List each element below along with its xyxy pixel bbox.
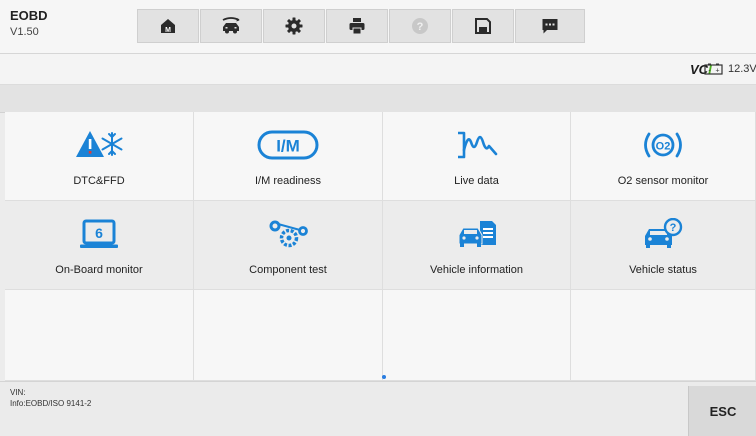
print-button[interactable] — [326, 9, 388, 43]
tile-label: On-Board monitor — [55, 264, 143, 276]
vin-label: VIN: — [10, 388, 26, 397]
footer-bar: VIN: Info:EOBD/ISO 9141-2 ESC — [0, 381, 756, 436]
empty-cell — [383, 290, 571, 381]
tile-o2-sensor-monitor[interactable]: O2 O2 sensor monitor — [571, 112, 756, 201]
svg-text:?: ? — [417, 21, 424, 33]
app-version: V1.50 — [10, 26, 39, 38]
tile-label: O2 sensor monitor — [617, 175, 709, 187]
save-button[interactable] — [452, 9, 514, 43]
top-bar: EOBD V1.50 M ? — [0, 0, 756, 54]
tile-label: DTC&FFD — [73, 175, 125, 187]
svg-text:+: + — [715, 68, 719, 75]
tile-label: I/M readiness — [254, 175, 322, 187]
empty-cell — [5, 290, 194, 381]
svg-text:M: M — [165, 27, 171, 34]
vehicle-document-icon — [458, 221, 496, 247]
waveform-icon — [457, 131, 497, 159]
help-icon: ? — [412, 18, 428, 34]
empty-cell — [194, 290, 383, 381]
tile-label: Component test — [249, 264, 327, 276]
battery-icon: - + — [704, 63, 723, 75]
tile-im-readiness[interactable]: I/M I/M readiness — [194, 112, 383, 201]
monitor-6-icon: 6 — [80, 219, 118, 248]
toolbar: M ? — [137, 9, 715, 43]
chat-icon — [542, 19, 558, 34]
svg-text:O2: O2 — [656, 141, 671, 153]
vehicle-question-icon: ? — [645, 218, 683, 248]
tile-on-board-monitor[interactable]: 6 On-Board monitor — [5, 201, 194, 290]
app-title: EOBD — [10, 8, 48, 23]
empty-cell — [571, 290, 756, 381]
svg-text:?: ? — [670, 222, 677, 234]
home-icon: M — [161, 19, 175, 34]
tile-label: Vehicle status — [629, 264, 697, 276]
vehicle-swap-icon — [222, 17, 240, 34]
vehicle-swap-button[interactable] — [200, 9, 262, 43]
im-icon: I/M — [257, 130, 319, 160]
warning-snowflake-icon — [76, 131, 123, 157]
status-bar: VCI - + 12.3V — [0, 54, 756, 85]
protocol-info: Info:EOBD/ISO 9141-2 — [10, 399, 92, 408]
tile-vehicle-status[interactable]: ? Vehicle status — [571, 201, 756, 290]
tile-live-data[interactable]: Live data — [383, 112, 571, 201]
save-icon — [475, 18, 491, 34]
svg-text:I/M: I/M — [276, 137, 300, 156]
home-button[interactable]: M — [137, 9, 199, 43]
battery-voltage: 12.3V — [728, 63, 756, 75]
gear-icon — [285, 17, 303, 35]
sub-header-bar — [0, 85, 756, 113]
page-indicator-dot — [382, 375, 386, 379]
tile-vehicle-information[interactable]: Vehicle information — [383, 201, 571, 290]
tile-component-test[interactable]: Component test — [194, 201, 383, 290]
tile-label: Live data — [454, 175, 499, 187]
tile-dtc-ffd[interactable]: DTC&FFD — [5, 112, 194, 201]
help-button[interactable]: ? — [389, 9, 451, 43]
o2-sensor-icon: O2 — [644, 132, 682, 158]
print-icon — [349, 18, 365, 35]
esc-button[interactable]: ESC — [688, 386, 756, 436]
gears-icon — [269, 220, 308, 248]
tile-label: Vehicle information — [430, 264, 523, 276]
svg-text:6: 6 — [95, 225, 103, 241]
settings-button[interactable] — [263, 9, 325, 43]
chat-button[interactable] — [515, 9, 585, 43]
function-grid: DTC&FFD I/M I/M readiness Live data O2 O… — [5, 112, 756, 381]
